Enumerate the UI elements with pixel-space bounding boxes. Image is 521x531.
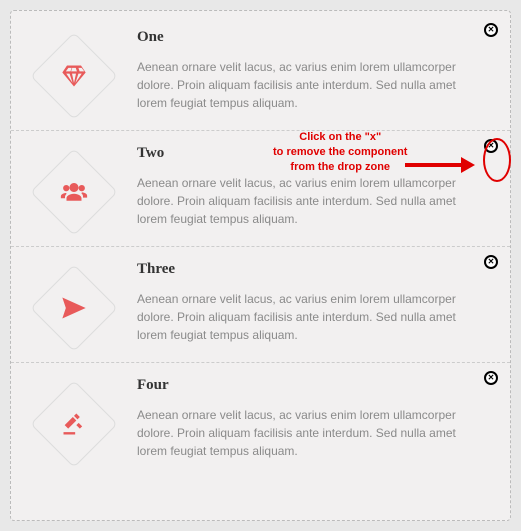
- diamond-icon: [30, 32, 118, 120]
- item-title: Four: [137, 377, 482, 394]
- item-title: Two: [137, 145, 482, 162]
- item-description: Aenean ornare velit lacus, ac varius eni…: [137, 406, 482, 460]
- component-item: Three Aenean ornare velit lacus, ac vari…: [11, 247, 510, 363]
- item-description: Aenean ornare velit lacus, ac varius eni…: [137, 290, 482, 344]
- users-icon: [30, 148, 118, 236]
- component-item: Two Aenean ornare velit lacus, ac varius…: [11, 131, 510, 247]
- remove-button[interactable]: [484, 23, 498, 37]
- item-description: Aenean ornare velit lacus, ac varius eni…: [137, 174, 482, 228]
- remove-button[interactable]: [484, 255, 498, 269]
- drop-zone: One Aenean ornare velit lacus, ac varius…: [10, 10, 511, 521]
- icon-frame: [29, 377, 119, 460]
- component-item: One Aenean ornare velit lacus, ac varius…: [11, 15, 510, 131]
- item-title: One: [137, 29, 482, 46]
- item-title: Three: [137, 261, 482, 278]
- icon-frame: [29, 29, 119, 112]
- item-description: Aenean ornare velit lacus, ac varius eni…: [137, 58, 482, 112]
- icon-frame: [29, 145, 119, 228]
- component-item: Four Aenean ornare velit lacus, ac variu…: [11, 363, 510, 478]
- remove-button[interactable]: [484, 139, 498, 153]
- paper-plane-icon: [30, 264, 118, 352]
- remove-button[interactable]: [484, 371, 498, 385]
- icon-frame: [29, 261, 119, 344]
- gavel-icon: [30, 380, 118, 468]
